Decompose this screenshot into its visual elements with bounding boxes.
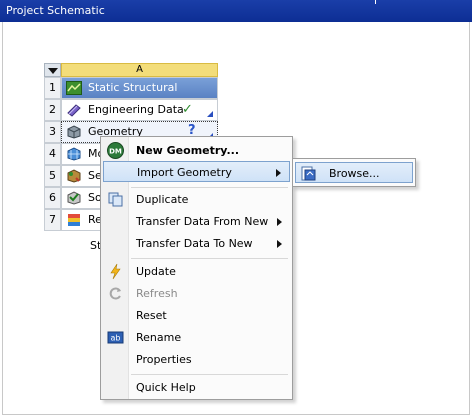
menu-separator [131,187,288,188]
row-number: 7 [44,209,61,231]
model-icon [67,147,81,161]
menu-item-import-geometry[interactable]: Import Geometry [103,161,290,182]
corner-triangle-icon [207,111,213,117]
submenu-arrow-icon [276,169,281,177]
solution-icon [67,191,81,205]
context-menu: DM New Geometry... Import Geometry Dupli… [100,136,293,400]
menu-item-label: Quick Help [136,381,196,394]
menu-item-label: Reset [136,309,167,322]
menu-item-refresh: Refresh [103,283,290,304]
submenu-arrow-icon [277,218,282,226]
window-title: Project Schematic [6,4,105,17]
rename-icon: ab [107,331,124,344]
system-title-cell[interactable]: Static Structural [61,77,218,99]
menu-item-transfer-data-to-new[interactable]: Transfer Data To New [103,233,290,254]
menu-item-label: Browse... [329,167,380,180]
system-title-label: Static Structural [88,81,178,94]
menu-item-label: Rename [136,331,182,344]
menu-separator [131,374,288,375]
up-to-date-check-icon: ✓ [182,102,193,117]
menu-item-transfer-data-from-new[interactable]: Transfer Data From New [103,211,290,232]
title-bar-divider [375,0,376,4]
menu-item-label: New Geometry... [136,144,240,157]
row-number: 2 [44,99,61,121]
results-icon [68,214,80,226]
menu-item-rename[interactable]: ab Rename [103,327,290,348]
setup-icon [67,169,81,183]
menu-item-label: Refresh [136,287,178,300]
browse-icon [301,166,316,181]
menu-item-browse[interactable]: Browse... [295,162,413,183]
cell-label: Engineering Data [88,103,184,116]
row-number: 5 [44,165,61,187]
svg-text:ab: ab [111,334,121,343]
import-geometry-submenu: Browse... [292,158,416,187]
static-structural-icon [66,81,82,95]
menu-item-duplicate[interactable]: Duplicate [103,189,290,210]
system-menu-button[interactable] [44,63,61,77]
menu-item-new-geometry[interactable]: DM New Geometry... [103,140,290,161]
menu-item-label: Update [136,265,176,278]
geometry-icon [67,125,81,139]
menu-item-label: Transfer Data From New [136,215,269,228]
menu-item-label: Import Geometry [137,166,232,179]
menu-item-label: Transfer Data To New [136,237,253,250]
menu-item-label: Duplicate [136,193,189,206]
svg-text:DM: DM [109,148,122,156]
row-number: 6 [44,187,61,209]
row-number: 4 [44,143,61,165]
menu-item-properties[interactable]: Properties [103,349,290,370]
dropdown-arrow-icon [48,68,58,74]
row-number: 3 [44,121,61,143]
column-header: A [61,63,218,77]
lightning-icon [110,263,121,280]
duplicate-icon [108,192,123,207]
menu-item-update[interactable]: Update [103,261,290,282]
menu-separator [131,258,288,259]
menu-item-quick-help[interactable]: Quick Help [103,377,290,398]
row-number: 1 [44,77,61,99]
engineering-data-icon [67,104,81,117]
designmodeler-icon: DM [107,142,124,159]
cell-engineering-data[interactable]: Engineering Data ✓ [61,99,218,121]
menu-item-reset[interactable]: Reset [103,305,290,326]
submenu-arrow-icon [277,240,282,248]
menu-item-label: Properties [136,353,192,366]
window-title-bar: Project Schematic [0,0,472,22]
refresh-icon [109,287,121,300]
